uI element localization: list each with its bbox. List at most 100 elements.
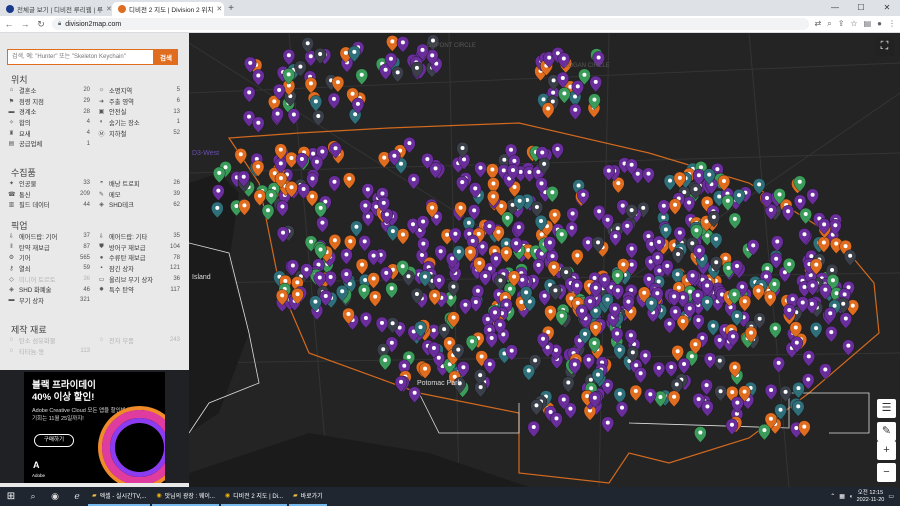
volume-icon[interactable]: ◖ xyxy=(849,494,853,500)
map-marker-pin[interactable] xyxy=(550,412,563,429)
map-marker-pin[interactable] xyxy=(391,66,404,83)
close-tab-icon[interactable]: ✕ xyxy=(216,5,222,13)
new-tab-button[interactable]: + xyxy=(224,2,238,16)
edit-button[interactable]: ✎ xyxy=(877,422,896,441)
map-marker-pin[interactable] xyxy=(544,305,557,322)
ad-buy-button[interactable]: 구매하기 xyxy=(34,434,74,447)
clock[interactable]: 오전 12:15 2022-11-20 xyxy=(857,490,885,504)
map-marker-pin[interactable] xyxy=(522,364,535,381)
browser-tab-ruliweb[interactable]: 전체글 보기 | 디비전 루리웹 | 루 ✕ xyxy=(0,2,112,16)
forward-icon[interactable]: → xyxy=(20,19,30,29)
filter-item[interactable]: ✧ 합의 4 xyxy=(8,117,90,128)
map-marker-pin[interactable] xyxy=(703,352,717,369)
taskbar-app[interactable]: ◉ 디비전 2 지도 | Di... xyxy=(220,487,287,506)
close-tab-icon[interactable]: ✕ xyxy=(106,5,112,13)
chrome-icon[interactable]: ◉ xyxy=(44,491,66,502)
filter-item[interactable]: ♜ 요새 4 xyxy=(8,128,90,139)
map-marker-pin[interactable] xyxy=(285,151,298,169)
filter-item[interactable]: ⚙ 기어 565 xyxy=(8,252,90,263)
map-marker-pin[interactable] xyxy=(367,272,380,289)
reload-icon[interactable]: ↻ xyxy=(36,19,46,30)
taskbar-app[interactable]: ▰ 바로가기 xyxy=(289,487,327,506)
filter-item[interactable]: ⇩ 에어드랍: 기어 37 xyxy=(8,231,90,242)
filter-item[interactable]: ⚑ 점령 지점 29 xyxy=(8,96,90,107)
notification-icon[interactable]: ▭ xyxy=(888,493,894,500)
bookmark-star-icon[interactable]: ☆ xyxy=(850,19,857,29)
filter-item[interactable]: ◈ SHD테크 62 xyxy=(98,199,180,210)
network-icon[interactable]: ▦ xyxy=(839,493,845,500)
map-marker-pin[interactable] xyxy=(728,212,742,230)
map-marker-pin[interactable] xyxy=(276,200,289,217)
filter-item[interactable]: ▥ 필드 데이터 44 xyxy=(8,199,90,210)
zoom-icon[interactable]: ⌕ xyxy=(827,19,831,29)
map-marker-pin[interactable] xyxy=(385,282,398,299)
filter-item[interactable]: ▬ 무기 상자 321 xyxy=(8,295,91,306)
filter-item[interactable]: ● 수류탄 재보급 78 xyxy=(98,252,180,263)
extensions-icon[interactable]: ▤ xyxy=(864,19,872,29)
filter-item[interactable]: ◈ SHD 화폐술 46 xyxy=(8,284,90,295)
start-button[interactable]: ⊞ xyxy=(0,491,22,502)
map-marker-pin[interactable] xyxy=(541,102,555,119)
filter-item[interactable]: ▭ 올리브 무기 상자 36 xyxy=(98,274,180,285)
fullscreen-button[interactable]: ⛶ xyxy=(875,37,894,56)
edge-icon[interactable]: ℯ xyxy=(66,491,88,502)
map-canvas[interactable]: D3-West Island Potomac Park DUPONT CIRCL… xyxy=(189,33,900,487)
map-marker-pin[interactable] xyxy=(367,249,380,266)
map-marker-pin[interactable] xyxy=(663,317,676,334)
filter-item[interactable]: ◌ 티타늄·동 113 xyxy=(8,346,90,357)
map-marker-pin[interactable] xyxy=(771,235,784,252)
close-window-button[interactable]: ✕ xyxy=(874,0,900,16)
map-markers[interactable] xyxy=(211,34,859,443)
map-marker-pin[interactable] xyxy=(465,335,479,352)
filter-item[interactable]: ✦ 인공물 33 xyxy=(8,178,90,189)
url-field[interactable]: 🔒︎ division2map.com xyxy=(52,18,809,30)
search-input[interactable] xyxy=(7,49,154,65)
filter-item[interactable]: ◇ 미니어 토르토 36 xyxy=(8,274,90,285)
taskbar-app[interactable]: ◉ 맛님의 광장 : 웨이... xyxy=(152,487,219,506)
filter-item[interactable]: ◐ 숨기는 장소 1 xyxy=(98,117,180,128)
search-button[interactable]: 검색 xyxy=(154,49,178,65)
filter-item[interactable]: ⌂ 결혼소 20 xyxy=(8,85,90,96)
map-marker-pin[interactable] xyxy=(375,316,389,334)
map-marker-pin[interactable] xyxy=(287,108,301,125)
filter-item[interactable]: ➜ 주출 영역 6 xyxy=(98,96,180,107)
filter-item[interactable]: ☼ 소명지역 5 xyxy=(98,85,180,96)
back-icon[interactable]: ← xyxy=(4,19,14,29)
share-icon[interactable]: ⇪ xyxy=(838,19,845,29)
map-marker-pin[interactable] xyxy=(642,167,655,184)
advertisement[interactable]: 블랙 프라이데이 40% 이상 할인! Adobe Creative Cloud… xyxy=(24,372,165,483)
filter-item[interactable]: ⇩ 에어드랍: 기타 35 xyxy=(98,231,180,242)
maximize-button[interactable]: ☐ xyxy=(848,0,874,16)
filter-item[interactable]: ✸ 특수 탄약 117 xyxy=(98,284,180,295)
filter-item[interactable]: ◌ 탄소 섬유화물 xyxy=(8,335,90,346)
taskbar-app[interactable]: ▰ 엑셀 - 실시간TV,... xyxy=(88,487,151,506)
map-marker-pin[interactable] xyxy=(611,284,625,301)
search-icon[interactable]: ⌕ xyxy=(22,491,44,502)
browser-tab-division2map[interactable]: 디비전 2 지도 | Division 2 위치 ✕ xyxy=(112,2,224,16)
profile-icon[interactable]: ● xyxy=(877,19,882,29)
filter-item[interactable]: ◌ 전자 부품 243 xyxy=(98,335,180,346)
filter-item[interactable]: ◓ 배낭 트로피 26 xyxy=(98,178,180,189)
zoom-in-button[interactable]: + xyxy=(877,441,896,460)
filter-item[interactable]: ⛊ 방어구 재보급 104 xyxy=(98,242,180,253)
filter-item[interactable]: ⚷ 열쇠 59 xyxy=(8,263,90,274)
zoom-out-button[interactable]: − xyxy=(877,463,896,482)
filter-item[interactable]: ‖ 탄약 재보급 87 xyxy=(8,242,90,253)
filter-item[interactable]: ▬ 경계소 28 xyxy=(8,106,91,117)
filter-item[interactable]: ▪ 잠긴 상자 121 xyxy=(98,263,180,274)
filter-item[interactable]: ✎ 메모 39 xyxy=(98,189,180,200)
map-svg[interactable]: D3-West Island Potomac Park DUPONT CIRCL… xyxy=(189,33,900,487)
filter-item[interactable]: ☎ 통신 209 xyxy=(8,189,90,200)
translate-icon[interactable]: ⇄ xyxy=(815,19,822,29)
minimize-button[interactable]: — xyxy=(822,0,848,16)
map-marker-pin[interactable] xyxy=(340,248,353,265)
filter-item[interactable]: Ⓜ 지하철 52 xyxy=(98,128,180,139)
map-marker-pin[interactable] xyxy=(792,400,805,417)
layers-button[interactable]: ☰ xyxy=(877,399,896,418)
map-marker-pin[interactable] xyxy=(562,376,575,393)
menu-icon[interactable]: ⋮ xyxy=(888,19,896,29)
filter-item[interactable]: ▣ 안전실 13 xyxy=(98,106,180,117)
map-marker-pin[interactable] xyxy=(694,426,707,443)
filter-item[interactable]: ▤ 공급업체 1 xyxy=(8,138,90,149)
map-marker-pin[interactable] xyxy=(571,249,584,266)
